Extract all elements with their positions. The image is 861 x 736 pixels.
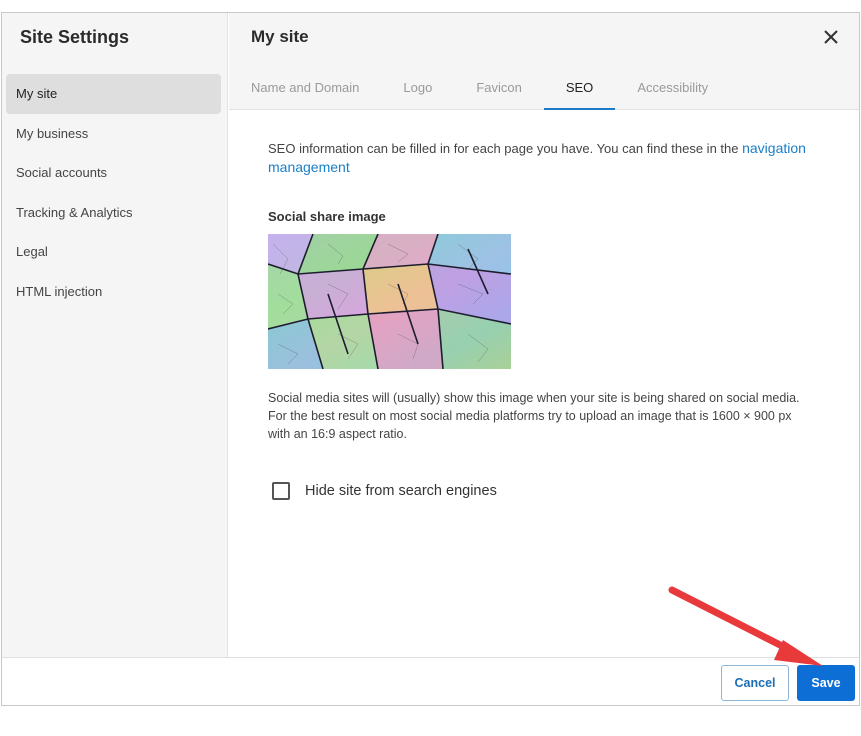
sidebar-item-html-injection[interactable]: HTML injection [6, 272, 221, 312]
main-panel: My site Name and Domain Logo Favicon SEO… [229, 13, 859, 659]
panel-header: My site Name and Domain Logo Favicon SEO… [229, 13, 859, 110]
sidebar-item-my-site[interactable]: My site [6, 74, 221, 114]
hide-from-search-label: Hide site from search engines [305, 483, 497, 499]
tab-name-and-domain[interactable]: Name and Domain [251, 73, 359, 110]
page-title: My site [251, 27, 309, 46]
seo-info-sentence: SEO information can be filled in for eac… [268, 141, 743, 156]
site-settings-dialog: Site Settings My site My business Social… [1, 12, 860, 706]
hide-from-search-checkbox[interactable] [272, 482, 290, 500]
save-button[interactable]: Save [797, 665, 855, 701]
social-share-image-help: Social media sites will (usually) show t… [268, 391, 800, 441]
seo-content: SEO information can be filled in for eac… [268, 139, 808, 500]
sidebar-item-tracking-analytics[interactable]: Tracking & Analytics [6, 193, 221, 233]
seo-info-text: SEO information can be filled in for eac… [268, 139, 808, 177]
sidebar: Site Settings My site My business Social… [2, 13, 228, 659]
sidebar-nav: My site My business Social accounts Trac… [6, 74, 221, 311]
tab-favicon[interactable]: Favicon [476, 73, 522, 110]
cancel-button[interactable]: Cancel [721, 665, 789, 701]
sidebar-item-social-accounts[interactable]: Social accounts [6, 153, 221, 193]
dialog-footer: Cancel Save [2, 657, 859, 705]
tab-accessibility[interactable]: Accessibility [637, 73, 708, 110]
social-share-image[interactable] [268, 234, 511, 369]
sidebar-title: Site Settings [20, 27, 130, 47]
social-share-image-label: Social share image [268, 209, 386, 224]
tab-logo[interactable]: Logo [403, 73, 432, 110]
tab-seo[interactable]: SEO [543, 73, 616, 110]
sidebar-item-legal[interactable]: Legal [6, 232, 221, 272]
close-icon[interactable] [821, 27, 841, 47]
tab-bar: Name and Domain Logo Favicon SEO Accessi… [251, 73, 752, 110]
hide-from-search-row[interactable]: Hide site from search engines [272, 482, 497, 500]
sidebar-item-my-business[interactable]: My business [6, 114, 221, 154]
